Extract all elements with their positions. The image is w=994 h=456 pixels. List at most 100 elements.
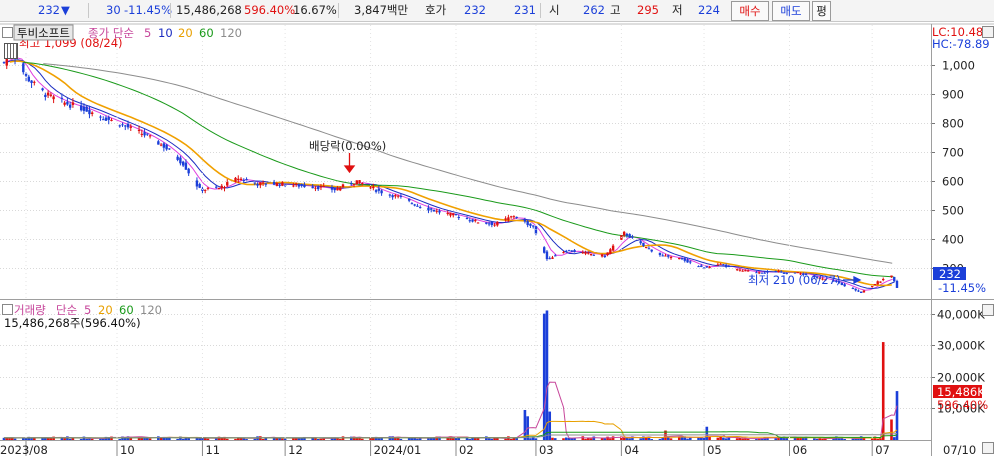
- volume-bar: [49, 438, 53, 440]
- candle-body: [129, 126, 132, 128]
- candle-body: [407, 198, 411, 201]
- candle-body: [851, 288, 855, 290]
- volume-bar: [716, 437, 720, 440]
- candle-body: [237, 178, 240, 181]
- price-tick-label: 400: [942, 233, 964, 247]
- hc-label: HC:-78.89: [932, 37, 990, 51]
- candle-body: [548, 258, 551, 260]
- candle-body: [843, 284, 846, 287]
- candle-body: [215, 186, 218, 188]
- volume-bar: [564, 437, 568, 440]
- candle-body: [60, 97, 64, 99]
- candle-body: [187, 168, 190, 174]
- volume-bar: [148, 438, 152, 440]
- ma-period-10: 10: [158, 26, 173, 40]
- volume-bar: [338, 439, 342, 440]
- date-tick-label: 02: [459, 443, 474, 456]
- volume-bar: [851, 438, 855, 440]
- candle-body: [746, 270, 750, 272]
- candle-body: [705, 266, 709, 268]
- ma-period-60: 60: [199, 26, 214, 40]
- candle-body: [377, 188, 381, 191]
- volume-bar: [669, 438, 673, 440]
- candle-body: [774, 271, 777, 273]
- candle-body: [143, 132, 146, 136]
- volume-bar: [529, 438, 532, 440]
- candle-body: [876, 281, 879, 285]
- candle-body: [2, 62, 6, 64]
- price-scroll-handle-icon[interactable]: [982, 26, 994, 38]
- volume-bar: [90, 438, 94, 440]
- candle-body: [5, 58, 8, 66]
- candle-body: [449, 212, 452, 216]
- volume-ma-period-120: 120: [140, 303, 162, 317]
- candle-body: [350, 183, 353, 185]
- candle-body: [493, 224, 496, 226]
- candle-body: [68, 104, 72, 108]
- candle-body: [592, 254, 596, 256]
- candle-body: [639, 241, 642, 244]
- tick-scroll-handle-icon[interactable]: [982, 442, 994, 454]
- candle-body: [242, 180, 245, 182]
- date-tick-label: 12: [288, 443, 303, 456]
- current-ratio-tag: 596.40%: [937, 398, 988, 412]
- candle-body: [179, 157, 182, 164]
- price-panel-toggle-icon[interactable]: [2, 27, 13, 38]
- volume-bar: [474, 438, 477, 440]
- volume-bar: [611, 436, 615, 440]
- candle-body: [88, 109, 91, 115]
- candle-body: [570, 250, 573, 252]
- candle-body: [512, 216, 516, 218]
- candle-body: [27, 76, 31, 82]
- stock-name[interactable]: 투비소프트: [17, 26, 70, 40]
- volume-scroll-handle-icon[interactable]: [982, 304, 994, 316]
- candle-body: [504, 218, 507, 220]
- candle-body: [159, 144, 163, 146]
- volume-bar: [468, 439, 472, 440]
- candle-body: [418, 207, 422, 209]
- candle-body: [650, 249, 653, 252]
- volume-bar: [380, 438, 383, 440]
- candle-body: [369, 187, 372, 189]
- price-tick-label: 700: [942, 146, 964, 160]
- candle-body: [44, 94, 47, 97]
- candle-body: [126, 123, 130, 128]
- volume-bar: [600, 438, 604, 440]
- candle-body: [565, 250, 568, 252]
- candle-body: [300, 183, 303, 186]
- candle-body: [110, 119, 113, 121]
- candle-body: [79, 105, 83, 111]
- volume-bar: [774, 438, 778, 440]
- volume-panel-toggle-icon[interactable]: [2, 304, 13, 315]
- candle-body: [738, 269, 742, 271]
- volume-bar: [837, 438, 841, 440]
- candle-body: [724, 264, 728, 267]
- candle-body: [741, 270, 744, 272]
- volume-bar: [79, 438, 83, 440]
- candle-body: [148, 135, 152, 137]
- volume-legend: 거래량 단순 5 20 60 120 15,486,268주(596.40%): [4, 303, 162, 330]
- candle-body: [168, 148, 171, 150]
- volume-bar: [545, 310, 549, 440]
- candle-body: [584, 252, 587, 254]
- candle-body: [890, 275, 893, 278]
- candle-body: [862, 290, 866, 293]
- candle-body: [41, 88, 44, 91]
- candle-body: [526, 221, 529, 226]
- volume-bar: [85, 438, 88, 440]
- date-tick-label: 06: [793, 443, 808, 456]
- candle-body: [661, 255, 664, 257]
- candle-body: [465, 218, 469, 220]
- volume-bar: [589, 438, 593, 440]
- volume-bar: [746, 438, 750, 440]
- candle-body: [680, 258, 684, 260]
- candle-body: [162, 143, 166, 148]
- volume-ma-period-60: 60: [119, 303, 134, 317]
- candle-body: [121, 124, 124, 126]
- candle-body: [261, 182, 265, 184]
- candle-body: [628, 234, 631, 238]
- candle-body: [567, 250, 571, 252]
- candle-body: [432, 209, 436, 212]
- candle-body: [507, 217, 510, 221]
- candle-body: [606, 252, 609, 256]
